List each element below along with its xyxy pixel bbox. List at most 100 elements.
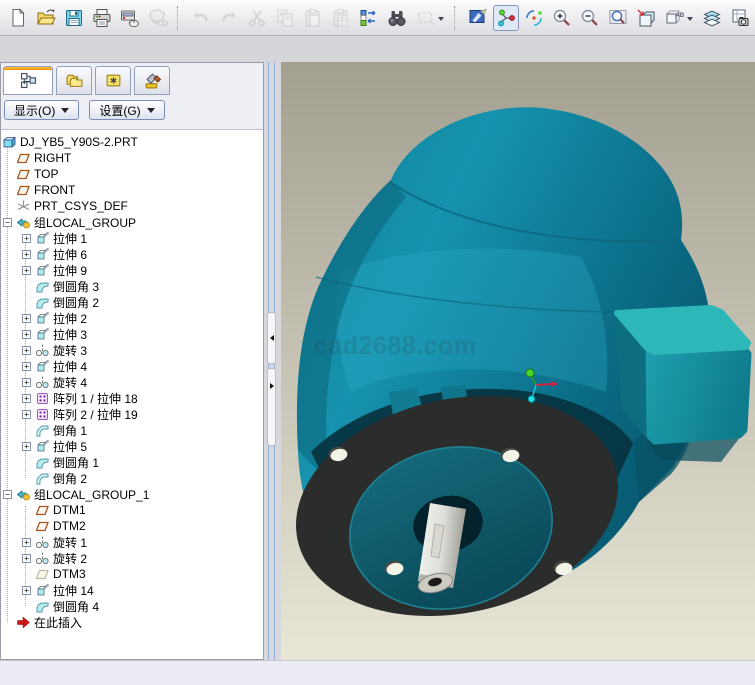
tab-model-tree[interactable] xyxy=(3,66,53,95)
expand-toggle[interactable]: + xyxy=(22,330,31,339)
tree-item-label: 拉伸 6 xyxy=(53,246,87,263)
round-icon xyxy=(36,280,49,293)
tree-item[interactable]: DJ_YB5_Y90S-2.PRT xyxy=(1,134,263,150)
tree-item[interactable]: 倒圆角 2 xyxy=(1,294,263,310)
expand-toggle[interactable]: + xyxy=(22,554,31,563)
datum-label-icon[interactable]: AB xyxy=(661,5,697,31)
copy-icon xyxy=(272,5,298,31)
tree-item[interactable]: PRT_CSYS_DEF xyxy=(1,198,263,214)
tree-item[interactable]: +旋转 3 xyxy=(1,342,263,358)
tab-folder-browser[interactable] xyxy=(56,66,92,95)
tree-item[interactable]: +拉伸 14 xyxy=(1,582,263,598)
expand-toggle[interactable]: + xyxy=(22,346,31,355)
tree-item[interactable]: TOP xyxy=(1,166,263,182)
expand-toggle[interactable]: + xyxy=(22,394,31,403)
zoom-out-icon[interactable] xyxy=(577,5,603,31)
navigator-panel: 显示(O) 设置(G) DJ_YB5_Y90S-2.PRTRIGHTTOPFRO… xyxy=(0,62,264,660)
tree-item[interactable]: DTM2 xyxy=(1,518,263,534)
tree-item[interactable]: 倒圆角 4 xyxy=(1,598,263,614)
tree-item-label: 拉伸 5 xyxy=(53,438,87,455)
show-dropdown[interactable]: 显示(O) xyxy=(4,100,79,120)
orient-mode-icon[interactable] xyxy=(521,5,547,31)
regenerate-icon[interactable] xyxy=(356,5,382,31)
tree-item[interactable]: +拉伸 1 xyxy=(1,230,263,246)
splitter-collapse-handle[interactable] xyxy=(267,312,276,364)
expand-toggle[interactable]: + xyxy=(22,314,31,323)
layers-icon[interactable] xyxy=(699,5,725,31)
tree-item[interactable]: 倒角 1 xyxy=(1,422,263,438)
tree-item[interactable]: +拉伸 3 xyxy=(1,326,263,342)
send-model-icon[interactable] xyxy=(117,5,143,31)
3d-viewport[interactable]: cad2688.com xyxy=(281,62,755,660)
tree-item[interactable]: + 拉伸 6 xyxy=(1,246,263,262)
open-file-icon[interactable] xyxy=(33,5,59,31)
expand-toggle[interactable]: + xyxy=(22,234,31,243)
tree-item[interactable]: 倒圆角 1 xyxy=(1,454,263,470)
extrude-icon xyxy=(36,312,49,325)
tree-item[interactable]: FRONT xyxy=(1,182,263,198)
repaint-icon[interactable] xyxy=(465,5,491,31)
navigator-tabs xyxy=(3,66,170,95)
main-toolbar: AB xyxy=(0,0,755,36)
tree-item[interactable]: RIGHT xyxy=(1,150,263,166)
tree-item-label: 倒圆角 1 xyxy=(53,454,99,471)
panel-splitter[interactable] xyxy=(264,62,281,660)
save-icon[interactable] xyxy=(61,5,87,31)
expand-toggle[interactable]: + xyxy=(22,442,31,451)
tree-item-label: PRT_CSYS_DEF xyxy=(34,199,128,213)
tree-item[interactable]: 倒角 2 xyxy=(1,470,263,486)
chamfer-icon xyxy=(36,472,49,485)
expand-toggle[interactable]: + xyxy=(22,586,31,595)
datum-plane-light-icon xyxy=(36,568,49,581)
tree-item[interactable]: + 拉伸 2 xyxy=(1,310,263,326)
tree-item-label: 拉伸 2 xyxy=(53,310,87,327)
expand-toggle[interactable]: + xyxy=(22,410,31,419)
tree-item-label: 组LOCAL_GROUP xyxy=(34,214,136,231)
expand-toggle[interactable]: + xyxy=(22,538,31,547)
tree-item-label: 倒圆角 3 xyxy=(53,278,99,295)
tree-item[interactable]: +拉伸 9 xyxy=(1,262,263,278)
tree-item[interactable]: − 组LOCAL_GROUP xyxy=(1,214,263,230)
watermark: cad2688.com xyxy=(314,332,477,360)
new-file-icon[interactable] xyxy=(5,5,31,31)
print-icon[interactable] xyxy=(89,5,115,31)
saved-views-icon[interactable] xyxy=(633,5,659,31)
splitter-expand-handle[interactable] xyxy=(267,368,276,446)
caret-down-icon xyxy=(147,108,155,113)
tree-item[interactable]: + 拉伸 5 xyxy=(1,438,263,454)
tab-utilities[interactable] xyxy=(134,66,170,95)
view-capture-icon[interactable] xyxy=(727,5,753,31)
tree-item[interactable]: +旋转 1 xyxy=(1,534,263,550)
spin-center-icon[interactable] xyxy=(493,5,519,31)
settings-dropdown[interactable]: 设置(G) xyxy=(89,100,164,120)
expand-toggle[interactable]: + xyxy=(22,378,31,387)
zoom-in-icon[interactable] xyxy=(549,5,575,31)
expand-toggle[interactable]: + xyxy=(22,266,31,275)
tab-favorites[interactable] xyxy=(95,66,131,95)
email-link-icon xyxy=(145,5,171,31)
expand-toggle[interactable]: − xyxy=(3,218,12,227)
tree-item-label: 阵列 1 / 拉伸 18 xyxy=(53,390,138,407)
tree-item[interactable]: + 阵列 1 / 拉伸 18 xyxy=(1,390,263,406)
refit-icon[interactable] xyxy=(605,5,631,31)
tree-item[interactable]: 在此插入 xyxy=(1,614,263,630)
navigator-header: 显示(O) 设置(G) xyxy=(1,63,263,129)
tree-item[interactable]: DTM1 xyxy=(1,502,263,518)
find-icon[interactable] xyxy=(384,5,410,31)
tree-item[interactable]: +阵列 2 / 拉伸 19 xyxy=(1,406,263,422)
expand-toggle[interactable]: + xyxy=(22,250,31,259)
paste-icon xyxy=(300,5,326,31)
tree-item-label: DJ_YB5_Y90S-2.PRT xyxy=(20,135,138,149)
tree-item-label: 旋转 2 xyxy=(53,550,87,567)
tree-item[interactable]: + 旋转 2 xyxy=(1,550,263,566)
revolve-icon xyxy=(36,536,49,549)
extrude-icon xyxy=(36,328,49,341)
tree-item[interactable]: +拉伸 4 xyxy=(1,358,263,374)
tree-item[interactable]: +旋转 4 xyxy=(1,374,263,390)
expand-toggle[interactable]: − xyxy=(3,490,12,499)
expand-toggle[interactable]: + xyxy=(22,362,31,371)
tree-item[interactable]: 倒圆角 3 xyxy=(1,278,263,294)
tree-item[interactable]: −组LOCAL_GROUP_1 xyxy=(1,486,263,502)
tree-item[interactable]: DTM3 xyxy=(1,566,263,582)
tree-item-label: DTM1 xyxy=(53,503,86,517)
